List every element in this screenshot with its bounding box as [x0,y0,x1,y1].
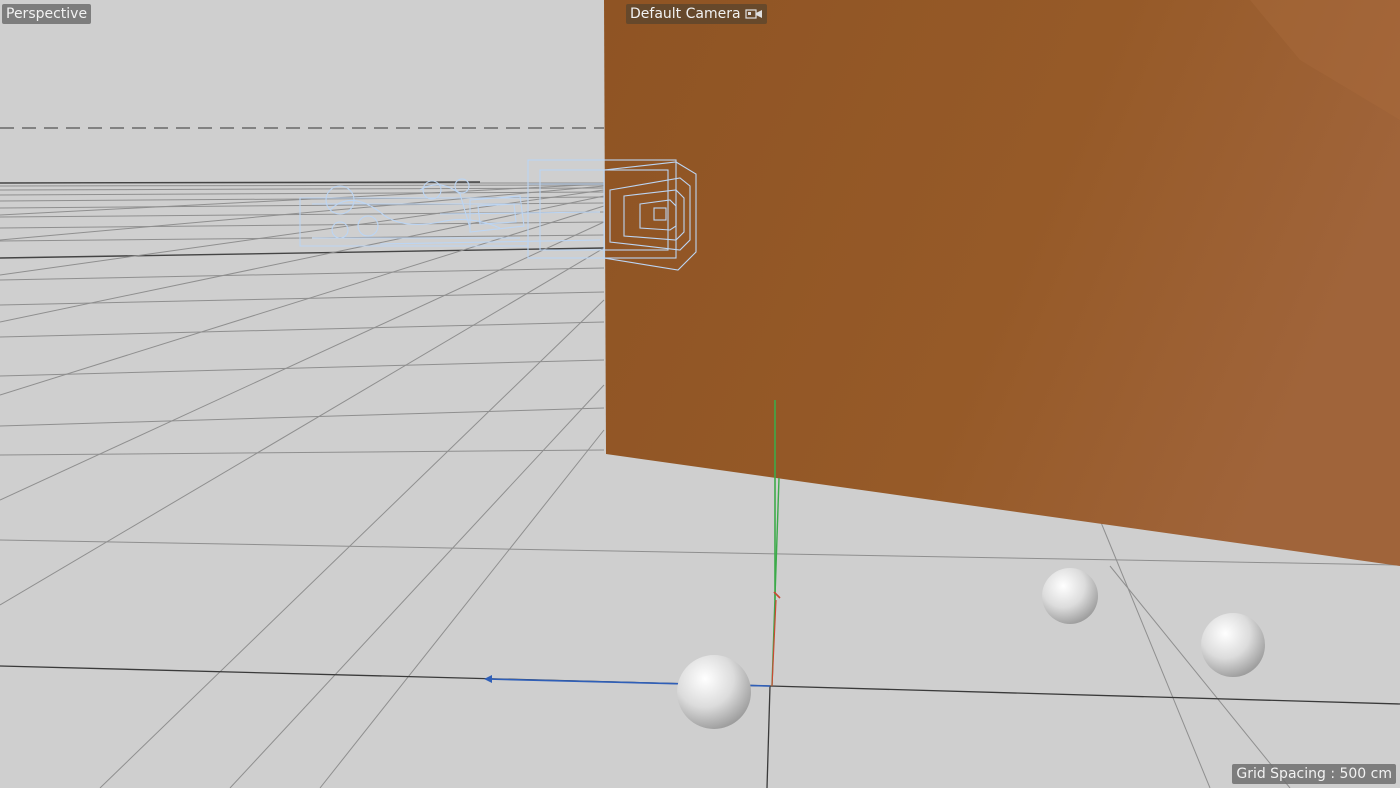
grid-spacing-label: Grid Spacing : 500 cm [1232,764,1396,784]
camera-icon [744,9,762,19]
active-camera-label[interactable]: Default Camera [626,4,767,24]
sphere-object[interactable] [677,655,751,729]
sphere-object[interactable] [1201,613,1265,677]
scene-canvas[interactable] [0,0,1400,788]
view-mode-label[interactable]: Perspective [2,4,92,24]
3d-viewport[interactable]: Perspective Default Camera Grid Spacing … [0,0,1400,788]
sphere-object[interactable] [1042,568,1098,624]
camera-name-text: Default Camera [630,6,741,22]
